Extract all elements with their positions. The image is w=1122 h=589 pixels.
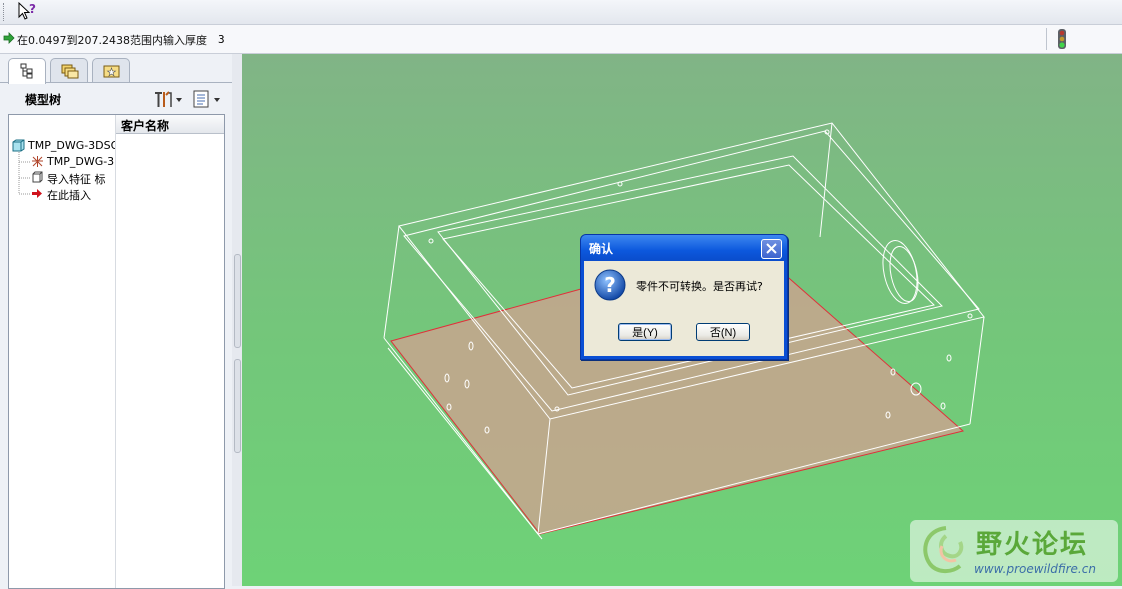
- thickness-input[interactable]: [216, 30, 260, 48]
- tree-item-label: TMP_DWG-3DSOLI: [28, 139, 115, 152]
- confirm-dialog: 确认 ? 零件不可转换。是否再试? 是(Y) 否(N): [580, 234, 788, 360]
- datum-csys-icon: [31, 155, 44, 168]
- toolbar-grip[interactable]: [3, 3, 7, 21]
- tree-item-csys[interactable]: TMP_DWG-3DS: [31, 154, 115, 169]
- watermark-title: 野火论坛: [976, 530, 1089, 560]
- traffic-light-icon[interactable]: [1057, 29, 1067, 49]
- question-icon: ?: [594, 269, 626, 301]
- watermark: 野火论坛 www.proewildfire.cn: [910, 520, 1118, 582]
- message-bar: 在0.0497到207.2438范围内输入厚度: [0, 25, 1122, 54]
- import-feature-icon: [31, 171, 44, 184]
- dialog-title: 确认: [589, 242, 614, 256]
- help-pointer-icon[interactable]: ?: [14, 1, 40, 23]
- tree-item-import-feature[interactable]: 导入特征 标: [31, 170, 115, 185]
- message-bar-separator: [1046, 28, 1047, 50]
- part-icon: [12, 139, 25, 152]
- tree-item-label: TMP_DWG-3DS: [47, 155, 115, 168]
- model-tree-icon: [19, 63, 35, 82]
- forum-logo-icon: [923, 526, 964, 573]
- watermark-url: www.proewildfire.cn: [974, 562, 1096, 576]
- column-header[interactable]: 客户名称: [115, 115, 224, 134]
- dialog-title-bar[interactable]: 确认: [581, 235, 787, 261]
- dialog-message: 零件不可转换。是否再试?: [636, 280, 763, 293]
- column-divider[interactable]: [115, 115, 116, 588]
- tab-favorites[interactable]: [92, 58, 130, 83]
- no-button[interactable]: 否(N): [696, 323, 750, 341]
- insert-here-arrow-icon: [31, 187, 44, 200]
- tab-folder-browser[interactable]: [50, 58, 88, 83]
- dialog-body: ? 零件不可转换。是否再试? 是(Y) 否(N): [584, 261, 784, 356]
- model-tree: 客户名称 TMP_DWG-3DSOLI: [8, 114, 225, 589]
- tree-item-label: 导入特征 标: [47, 173, 106, 185]
- navigator-panel: 模型树 客户名称 TMP_DWG-3DSO TMP_DWG-3 导入特征 标 在…: [0, 54, 232, 589]
- panel-splitter[interactable]: [232, 54, 242, 586]
- tree-item-insert-here[interactable]: 在此插入: [31, 186, 115, 201]
- close-button[interactable]: [761, 239, 782, 259]
- tree-item-label: 在此插入: [47, 189, 91, 201]
- folder-browser-icon: [61, 63, 79, 82]
- show-menu-button[interactable]: [192, 89, 224, 109]
- svg-text:?: ?: [604, 273, 616, 297]
- close-icon: [766, 243, 777, 254]
- tree-settings-button[interactable]: [152, 89, 184, 109]
- splitter-handle-top[interactable]: [234, 254, 241, 348]
- tab-model-tree[interactable]: [8, 58, 46, 84]
- top-toolbar: ?: [0, 0, 1122, 25]
- prompt-arrow-icon: [3, 32, 15, 44]
- panel-title: 模型树: [25, 93, 62, 107]
- model-tree-panel: 模型树 客户名称 TMP_DWG-3DSO TMP_DWG-3 导入特征 标 在…: [0, 82, 232, 589]
- splitter-handle-bottom[interactable]: [234, 359, 241, 453]
- svg-text:?: ?: [29, 2, 36, 16]
- column-header-label: 客户名称: [121, 119, 170, 133]
- favorites-icon: [103, 63, 121, 82]
- tree-item-root[interactable]: TMP_DWG-3DSOLI: [12, 138, 115, 153]
- prompt-text: 在0.0497到207.2438范围内输入厚度: [17, 34, 207, 47]
- yes-button[interactable]: 是(Y): [618, 323, 672, 341]
